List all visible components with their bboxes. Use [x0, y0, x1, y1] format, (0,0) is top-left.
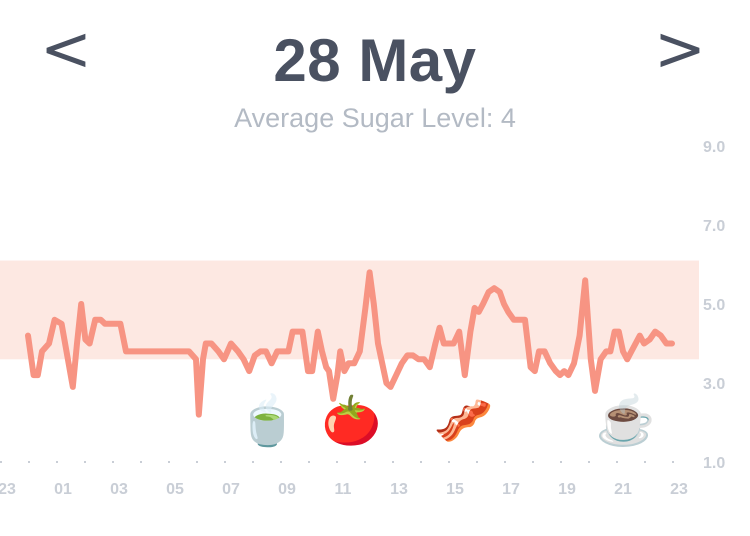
x-tick-label: 15	[446, 481, 464, 498]
bacon-bread-icon: 🥓	[434, 395, 494, 448]
sugar-level-chart: 9.0 7.0 5.0 3.0 1.0 23 01 03 05 07 09 11 13 15 17 19 21 2…	[0, 139, 725, 498]
y-tick-label: 1.0	[703, 455, 725, 472]
green-tea-icon: 🍵	[238, 392, 298, 448]
y-tick-label: 5.0	[703, 297, 725, 314]
x-tick-label: 07	[222, 481, 240, 498]
x-tick-label: 11	[335, 481, 352, 498]
x-tick-label: 19	[558, 481, 576, 498]
tomato-icon: 🍅	[322, 393, 382, 449]
x-tick-label: 09	[278, 481, 296, 498]
x-tick-label: 03	[110, 481, 128, 498]
y-tick-label: 9.0	[703, 139, 725, 156]
y-tick-label: 7.0	[703, 218, 725, 235]
coffee-icon: ☕	[596, 392, 656, 448]
target-range-band	[0, 260, 699, 360]
y-tick-label: 3.0	[703, 376, 725, 393]
x-tick-label: 13	[390, 481, 408, 498]
x-tick-label: 21	[614, 481, 632, 498]
x-tick-label: 01	[54, 481, 72, 498]
x-tick-label: 05	[166, 481, 184, 498]
x-tick-label: 17	[502, 481, 520, 498]
x-tick-label: 23	[0, 481, 16, 498]
x-tick-label: 23	[670, 481, 688, 498]
